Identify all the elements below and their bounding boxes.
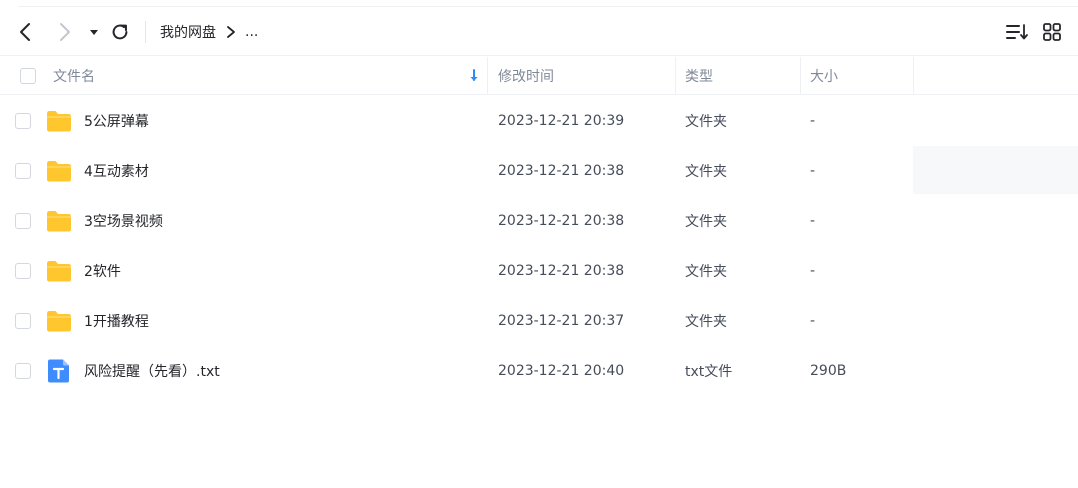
file-row[interactable]: 2软件 2023-12-21 20:38 文件夹 - xyxy=(0,246,1078,296)
column-divider xyxy=(913,57,914,95)
toolbar: 我的网盘 ... xyxy=(0,8,1078,56)
breadcrumb-ellipsis[interactable]: ... xyxy=(245,24,258,40)
select-all-checkbox[interactable] xyxy=(20,68,36,84)
breadcrumb-separator xyxy=(226,25,236,39)
file-modified-time: 2023-12-21 20:38 xyxy=(498,213,625,229)
row-checkbox-cell xyxy=(15,346,31,396)
row-checkbox[interactable] xyxy=(15,113,31,129)
row-checkbox[interactable] xyxy=(15,163,31,179)
sort-button[interactable] xyxy=(1004,20,1030,44)
refresh-button[interactable] xyxy=(108,20,132,44)
folder-icon xyxy=(45,146,73,196)
file-size: - xyxy=(810,163,816,179)
breadcrumb-root[interactable]: 我的网盘 xyxy=(160,22,216,42)
column-header-type[interactable]: 类型 xyxy=(685,57,713,95)
back-button[interactable] xyxy=(14,20,38,44)
file-modified-time: 2023-12-21 20:39 xyxy=(498,113,625,129)
file-type: 文件夹 xyxy=(685,314,727,330)
file-modified-time: 2023-12-21 20:37 xyxy=(498,313,625,329)
file-modified-time: 2023-12-21 20:40 xyxy=(498,363,625,379)
file-type: 文件夹 xyxy=(685,214,727,230)
file-row[interactable]: 风险提醒（先看）.txt 2023-12-21 20:40 txt文件 290B xyxy=(0,346,1078,396)
sort-arrow xyxy=(468,57,480,95)
folder-icon xyxy=(45,196,73,246)
select-all-cell xyxy=(20,57,36,95)
file-size: - xyxy=(810,263,816,279)
chevron-right-icon xyxy=(227,26,235,38)
toolbar-divider xyxy=(145,21,146,43)
row-checkbox[interactable] xyxy=(15,363,31,379)
row-checkbox-cell xyxy=(15,146,31,196)
file-type: txt文件 xyxy=(685,364,733,380)
row-checkbox-cell xyxy=(15,96,31,146)
file-name[interactable]: 2软件 xyxy=(84,246,121,296)
row-checkbox[interactable] xyxy=(15,263,31,279)
grid-icon xyxy=(1043,23,1061,41)
file-size: - xyxy=(810,213,816,229)
row-checkbox-cell xyxy=(15,246,31,296)
file-name[interactable]: 风险提醒（先看）.txt xyxy=(84,346,220,396)
column-divider xyxy=(800,57,801,95)
sort-list-icon xyxy=(1006,24,1028,40)
column-divider xyxy=(675,57,676,95)
breadcrumb: 我的网盘 ... xyxy=(160,20,258,44)
file-type: 文件夹 xyxy=(685,264,727,280)
folder-icon xyxy=(45,246,73,296)
file-name[interactable]: 4互动素材 xyxy=(84,146,149,196)
history-dropdown-button[interactable] xyxy=(86,20,102,44)
row-checkbox-cell xyxy=(15,196,31,246)
top-divider xyxy=(18,6,1078,7)
file-size: - xyxy=(810,313,816,329)
chevron-left-icon xyxy=(20,23,30,41)
file-name[interactable]: 1开播教程 xyxy=(84,296,149,346)
file-type: 文件夹 xyxy=(685,164,727,180)
folder-icon xyxy=(45,96,73,146)
file-row[interactable]: 5公屏弹幕 2023-12-21 20:39 文件夹 - xyxy=(0,96,1078,146)
caret-down-icon xyxy=(90,30,98,35)
file-size: 290B xyxy=(810,363,847,379)
file-modified-time: 2023-12-21 20:38 xyxy=(498,263,625,279)
column-header-size[interactable]: 大小 xyxy=(810,57,838,95)
row-checkbox[interactable] xyxy=(15,213,31,229)
grid-view-button[interactable] xyxy=(1040,20,1064,44)
refresh-icon xyxy=(112,24,128,40)
column-header-time[interactable]: 修改时间 xyxy=(498,57,554,95)
column-header-name[interactable]: 文件名 xyxy=(53,57,95,95)
txt-file-icon xyxy=(45,346,73,396)
file-row[interactable]: 1开播教程 2023-12-21 20:37 文件夹 - xyxy=(0,296,1078,346)
forward-button[interactable] xyxy=(52,20,76,44)
column-divider xyxy=(487,57,488,95)
file-row[interactable]: 4互动素材 2023-12-21 20:38 文件夹 - xyxy=(0,146,1078,196)
chevron-right-icon xyxy=(60,23,70,41)
file-row[interactable]: 3空场景视频 2023-12-21 20:38 文件夹 - xyxy=(0,196,1078,246)
folder-icon xyxy=(45,296,73,346)
row-checkbox-cell xyxy=(15,296,31,346)
file-type: 文件夹 xyxy=(685,114,727,130)
file-modified-time: 2023-12-21 20:38 xyxy=(498,163,625,179)
arrow-down-icon xyxy=(470,69,478,81)
file-name[interactable]: 5公屏弹幕 xyxy=(84,96,149,146)
row-checkbox[interactable] xyxy=(15,313,31,329)
file-name[interactable]: 3空场景视频 xyxy=(84,196,163,246)
file-list-header: 文件名 修改时间 类型 大小 xyxy=(0,57,1078,95)
file-manager: 我的网盘 ... 文件名 修改时间 类型 大小 5公屏弹幕 2023-12-21… xyxy=(0,0,1078,488)
file-size: - xyxy=(810,113,816,129)
